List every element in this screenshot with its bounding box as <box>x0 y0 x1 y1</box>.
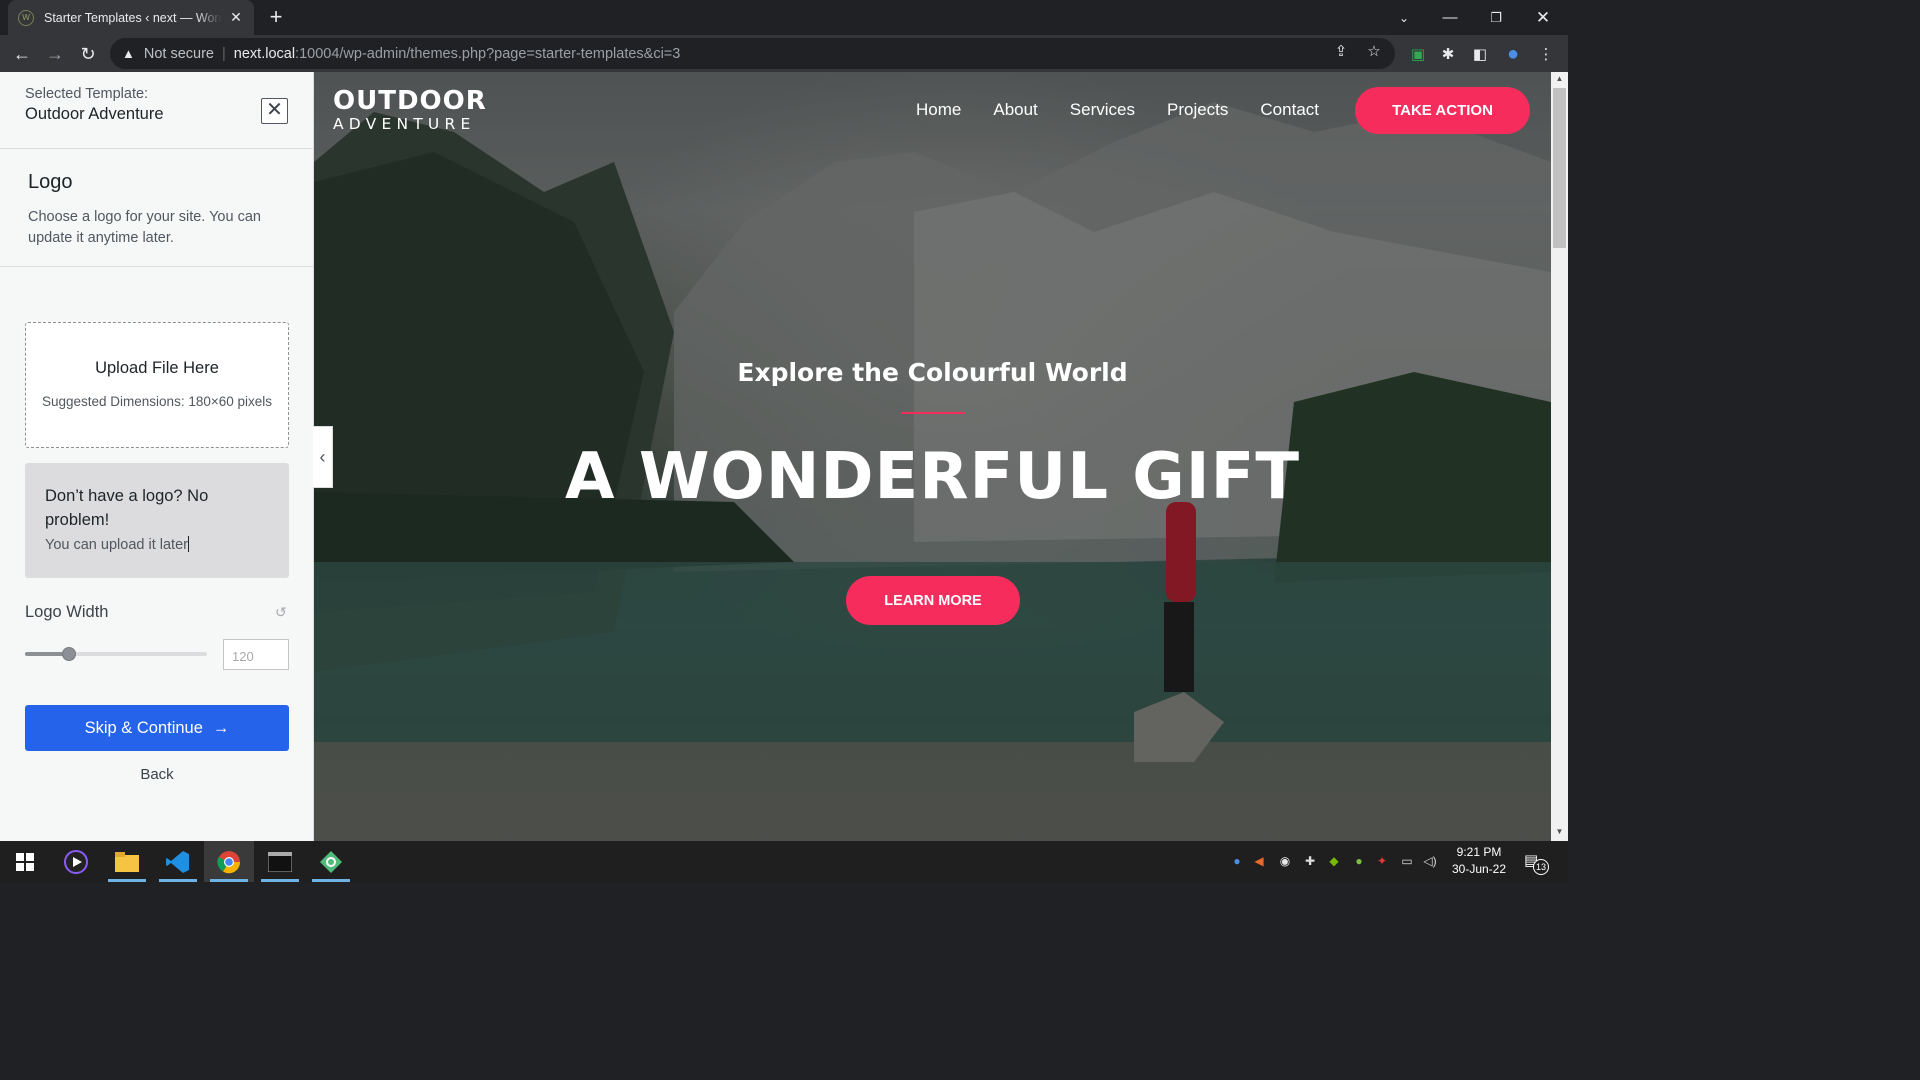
scrollbar-thumb[interactable] <box>1553 88 1566 248</box>
arrow-right-icon: → <box>212 718 230 737</box>
taskbar-clock[interactable]: 9:21 PM 30-Jun-22 <box>1448 844 1510 878</box>
tray-shield-icon[interactable]: ✚ <box>1302 853 1318 869</box>
logo-line-2: ADVENTURE <box>333 115 476 133</box>
notification-center-icon[interactable]: ▤ 13 <box>1524 851 1549 875</box>
logo-step-section: Logo Choose a logo for your site. You ca… <box>0 149 313 267</box>
browser-toolbar: ← → ↻ ▲ Not secure | next.local:10004/wp… <box>0 35 1568 72</box>
take-action-button[interactable]: TAKE ACTION <box>1355 87 1530 134</box>
logo-width-label: Logo Width <box>25 603 109 621</box>
upload-dimensions: Suggested Dimensions: 180×60 pixels <box>41 394 273 409</box>
hero-kicker: Explore the Colourful World <box>737 358 1128 387</box>
local-wp-icon[interactable] <box>306 841 356 882</box>
new-tab-icon[interactable]: + <box>264 6 288 30</box>
app-running-indicator <box>312 879 350 882</box>
windows-taskbar: ● ◀ ◉ ✚ ◆ ● ✦ ▭ ◁) 9:21 PM 30-Jun-22 ▤ 1… <box>0 841 1568 882</box>
reload-icon[interactable]: ↻ <box>76 42 100 66</box>
media-player-icon[interactable] <box>51 841 101 882</box>
restore-icon[interactable]: ❐ <box>1473 0 1519 35</box>
chrome-icon[interactable] <box>204 841 254 882</box>
clock-time: 9:21 PM <box>1456 845 1502 859</box>
terminal-icon[interactable] <box>255 841 305 882</box>
vscode-icon[interactable] <box>153 841 203 882</box>
tray-app-icon[interactable]: ✦ <box>1374 853 1390 869</box>
skip-continue-button[interactable]: Skip & Continue → <box>25 705 289 751</box>
site-nav: Home About Services Projects Contact <box>916 100 1319 120</box>
app-running-indicator <box>261 879 299 882</box>
close-icon[interactable]: ✕ <box>261 98 288 124</box>
warning-triangle-icon: ▲ <box>122 46 135 61</box>
close-window-icon[interactable]: ✕ <box>1520 0 1566 35</box>
learn-more-button[interactable]: LEARN MORE <box>846 576 1020 625</box>
logo-upload-dropzone[interactable]: Upload File Here Suggested Dimensions: 1… <box>25 322 289 448</box>
selected-template-name: Outdoor Adventure <box>25 105 164 123</box>
url-divider: | <box>222 45 226 62</box>
browser-tab-bar: W Starter Templates ‹ next — WordPress ✕… <box>0 0 1568 35</box>
app-running-indicator <box>210 879 248 882</box>
logo-width-slider[interactable] <box>25 647 207 661</box>
scroll-down-icon[interactable]: ▼ <box>1551 827 1568 841</box>
forward-arrow-icon[interactable]: → <box>43 42 67 66</box>
selected-template-header: Selected Template: Outdoor Adventure ✕ <box>0 72 313 149</box>
wordpress-favicon-icon: W <box>18 9 34 26</box>
hero-divider <box>901 412 965 414</box>
browser-tab[interactable]: W Starter Templates ‹ next — WordPress ✕ <box>8 0 254 35</box>
nav-item-projects[interactable]: Projects <box>1167 100 1228 120</box>
no-logo-title: Don’t have a logo? No problem! <box>45 487 209 529</box>
share-icon[interactable]: ⇪ <box>1330 40 1352 62</box>
chrome-menu-icon[interactable]: ⋮ <box>1535 43 1557 65</box>
nav-item-services[interactable]: Services <box>1070 100 1135 120</box>
bookmark-star-icon[interactable]: ☆ <box>1363 40 1385 62</box>
step-description: Choose a logo for your site. You can upd… <box>28 209 261 246</box>
back-arrow-icon[interactable]: ← <box>10 42 34 66</box>
tray-nvidia-icon[interactable]: ◆ <box>1326 853 1342 869</box>
back-link[interactable]: Back <box>25 766 289 783</box>
network-icon[interactable]: ▭ <box>1399 853 1415 869</box>
minimize-icon[interactable]: — <box>1427 0 1473 35</box>
nav-item-contact[interactable]: Contact <box>1260 100 1319 120</box>
windows-start-icon[interactable] <box>0 841 50 882</box>
nav-item-home[interactable]: Home <box>916 100 961 120</box>
slider-thumb[interactable] <box>61 647 76 661</box>
app-running-indicator <box>108 879 146 882</box>
upload-title: Upload File Here <box>95 359 219 377</box>
app-running-indicator <box>159 879 197 882</box>
tray-app-icon[interactable]: ● <box>1229 853 1245 869</box>
url-path: :10004/wp-admin/themes.php?page=starter-… <box>295 45 681 62</box>
scroll-up-icon[interactable]: ▲ <box>1551 74 1568 88</box>
nav-item-about[interactable]: About <box>993 100 1037 120</box>
close-tab-icon[interactable]: ✕ <box>228 9 244 26</box>
tab-search-icon[interactable]: ⌄ <box>1381 0 1427 35</box>
collapse-sidebar-chevron-icon[interactable]: ‹ <box>313 426 333 488</box>
logo-width-input[interactable]: 120 <box>223 639 289 670</box>
volume-icon[interactable]: ◁) <box>1422 853 1438 869</box>
clock-date: 30-Jun-22 <box>1451 862 1507 876</box>
side-panel-icon[interactable]: ◧ <box>1469 43 1491 65</box>
tray-chrome-icon[interactable]: ◉ <box>1277 853 1293 869</box>
site-preview: OUTDOOR ADVENTURE Home About Services Pr… <box>314 72 1551 841</box>
reset-icon[interactable]: ↺ <box>275 604 287 621</box>
url-host: next.local <box>233 45 296 62</box>
site-logo[interactable]: OUTDOOR ADVENTURE <box>333 86 487 133</box>
step-title: Logo <box>28 171 73 193</box>
starter-templates-sidebar: Selected Template: Outdoor Adventure ✕ L… <box>0 72 314 841</box>
address-bar[interactable]: ▲ Not secure | next.local:10004/wp-admin… <box>110 38 1395 69</box>
profile-avatar-icon[interactable]: ● <box>1502 43 1524 65</box>
skip-continue-label: Skip & Continue <box>84 718 203 737</box>
notification-count: 13 <box>1533 859 1549 875</box>
hero-headline: A WONDERFUL GIFT <box>565 440 1300 514</box>
tray-app-icon[interactable]: ◀ <box>1251 853 1267 869</box>
extensions-puzzle-icon[interactable]: ✱ <box>1437 43 1459 65</box>
extension-sg-icon[interactable]: ▣ <box>1407 43 1429 65</box>
no-logo-subtitle: You can upload it later <box>45 537 188 553</box>
logo-line-1: OUTDOOR <box>333 86 487 116</box>
preview-scrollbar[interactable]: ▲ ▼ <box>1551 72 1568 841</box>
not-secure-label: Not secure <box>143 45 214 62</box>
tab-title: Starter Templates ‹ next — WordPress <box>44 10 222 25</box>
file-explorer-icon[interactable] <box>102 841 152 882</box>
selected-template-label: Selected Template: <box>25 86 149 102</box>
no-logo-notice: Don’t have a logo? No problem! You can u… <box>25 463 289 578</box>
text-cursor <box>187 536 189 552</box>
tray-app-icon[interactable]: ● <box>1351 853 1367 869</box>
